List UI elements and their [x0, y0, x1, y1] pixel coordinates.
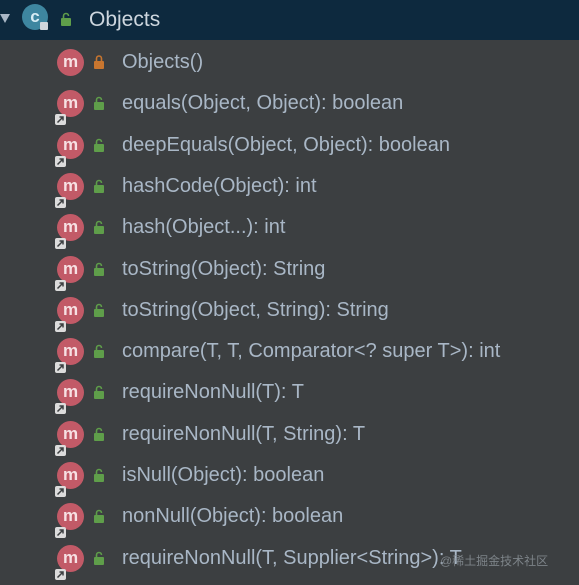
class-icon: c: [22, 4, 48, 30]
member-signature: toString(Object): String: [122, 257, 326, 280]
class-icon-letter: c: [30, 7, 40, 26]
method-icon: m: [55, 338, 84, 374]
member-signature: isNull(Object): boolean: [122, 464, 325, 486]
public-access-icon: [93, 551, 105, 570]
member-signature: deepEquals(Object, Object): boolean: [122, 133, 450, 156]
inherited-overlay-icon: [55, 438, 66, 456]
member-signature: hash(Object...): int: [122, 216, 286, 239]
public-access-icon: [93, 262, 105, 281]
member-signature: equals(Object, Object): boolean: [122, 92, 404, 115]
inherited-overlay-icon: [55, 314, 66, 332]
method-icon: m: [55, 131, 84, 167]
member-signature: compare(T, T, Comparator<? super T>): in…: [122, 340, 501, 363]
member-row[interactable]: m requireNonNull(T): T: [0, 372, 579, 415]
member-row[interactable]: m requireNonNull(T, String): T: [0, 414, 579, 456]
public-access-icon: [93, 179, 105, 198]
inherited-overlay-icon: [55, 273, 66, 291]
public-access-icon: [60, 12, 72, 31]
method-icon: m: [55, 503, 84, 539]
member-signature: requireNonNull(T): T: [122, 381, 304, 404]
member-row[interactable]: m Objects(): [0, 42, 579, 83]
method-icon: m: [55, 379, 84, 415]
member-signature: requireNonNull(T, String): T: [122, 422, 366, 445]
public-access-icon: [93, 220, 105, 239]
inherited-overlay-icon: [55, 479, 66, 497]
inherited-overlay-icon: [55, 107, 66, 126]
method-icon: m: [55, 544, 84, 580]
method-icon: m: [55, 255, 84, 291]
member-row[interactable]: m equals(Object, Object): boolean: [0, 83, 579, 126]
member-signature: toString(Object, String): String: [122, 298, 389, 321]
method-icon: m: [55, 172, 84, 208]
inherited-overlay-icon: [55, 149, 66, 167]
method-icon: m: [55, 90, 84, 126]
expand-arrow-icon[interactable]: [0, 14, 10, 23]
member-row[interactable]: m toString(Object, String): String: [0, 290, 579, 332]
public-access-icon: [93, 468, 105, 487]
public-access-icon: [93, 385, 105, 404]
member-row[interactable]: m compare(T, T, Comparator<? super T>): i…: [0, 331, 579, 374]
member-signature: hashCode(Object): int: [122, 174, 317, 197]
member-signature: requireNonNull(T, Supplier<String>): T: [122, 546, 462, 569]
member-row[interactable]: m toString(Object): String: [0, 249, 579, 291]
public-access-icon: [93, 96, 105, 115]
public-access-icon: [93, 509, 105, 528]
method-icon-letter: m: [62, 52, 79, 71]
method-icon: m: [57, 49, 84, 76]
method-icon: m: [55, 462, 84, 497]
class-name: Objects: [89, 8, 161, 31]
inherited-overlay-icon: [55, 396, 66, 415]
inherited-overlay-icon: [55, 355, 66, 374]
inherited-overlay-icon: [55, 190, 66, 208]
member-signature: Objects(): [122, 51, 204, 73]
method-icon: m: [55, 420, 84, 456]
inherited-overlay-icon: [55, 231, 66, 250]
member-row[interactable]: m hashCode(Object): int: [0, 166, 579, 208]
public-access-icon: [93, 138, 105, 157]
method-icon: m: [55, 214, 84, 250]
static-pin-icon: [40, 22, 48, 30]
public-access-icon: [93, 344, 105, 363]
member-row[interactable]: m nonNull(Object): boolean: [0, 496, 579, 539]
class-node-objects[interactable]: c Objects: [0, 0, 579, 40]
method-icon: m: [55, 296, 84, 332]
member-row[interactable]: m hash(Object...): int: [0, 207, 579, 250]
structure-tree: c Objects m Objects() m equals(Object, Obje…: [0, 0, 579, 585]
inherited-overlay-icon: [55, 520, 66, 539]
watermark: @稀土掘金技术社区: [440, 554, 549, 568]
inherited-overlay-icon: [55, 562, 66, 580]
public-access-icon: [93, 427, 105, 446]
member-signature: nonNull(Object): boolean: [122, 505, 344, 528]
member-row[interactable]: m deepEquals(Object, Object): boolean: [0, 125, 579, 167]
member-row[interactable]: m isNull(Object): boolean: [0, 455, 579, 497]
private-access-icon: [93, 55, 105, 74]
public-access-icon: [93, 303, 105, 322]
